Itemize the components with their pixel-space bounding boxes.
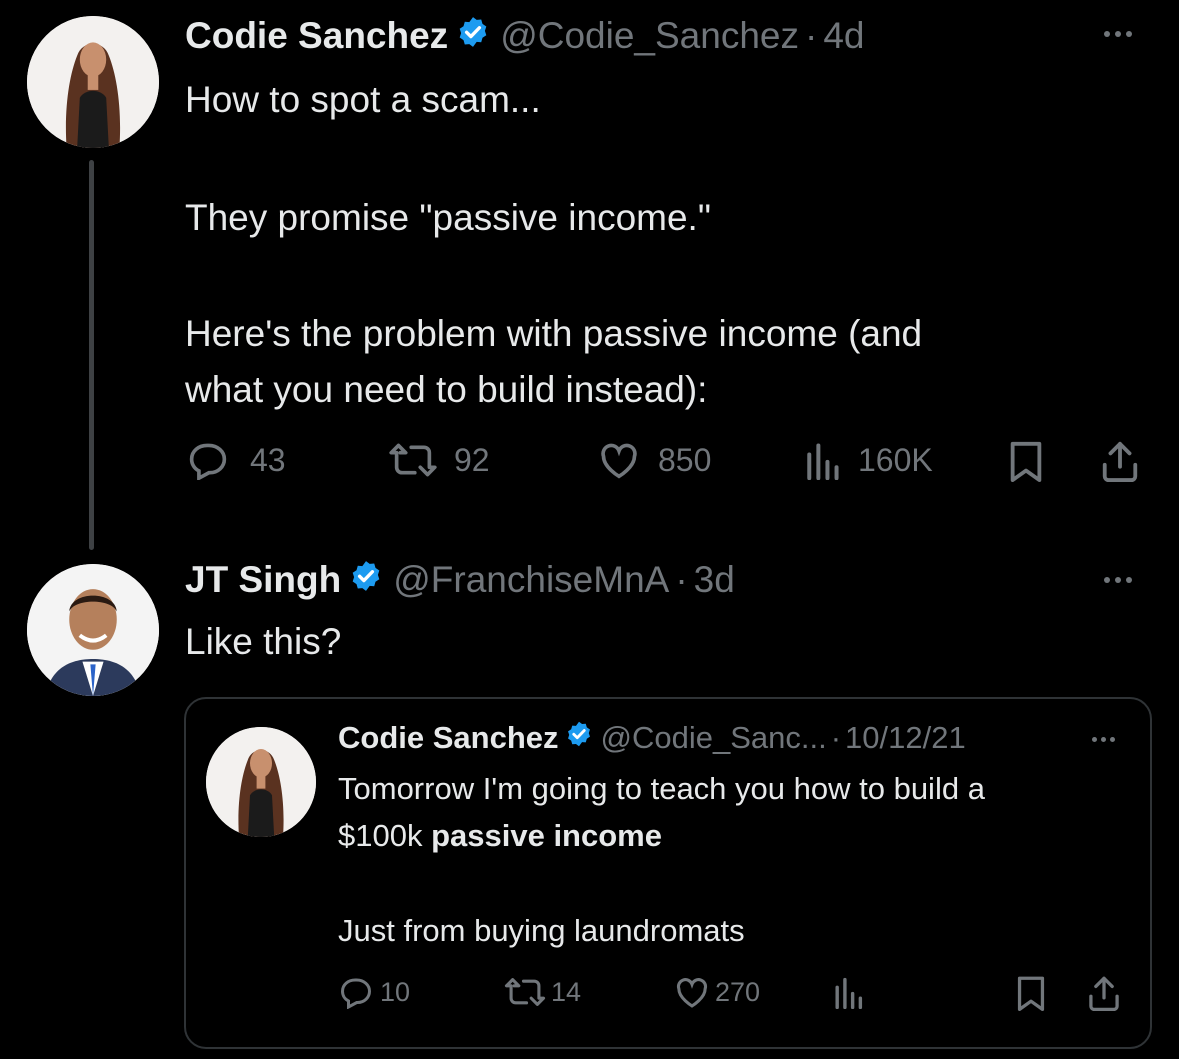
avatar-image	[27, 564, 159, 696]
reply-icon	[340, 978, 372, 1009]
quoted-tweet-header: Codie Sanchez @Codie_Sanc... · 10/12/21	[338, 719, 966, 757]
more-icon[interactable]	[1104, 577, 1132, 583]
share-icon	[1102, 441, 1138, 482]
tweet-line: Just from buying laundromats	[338, 913, 745, 948]
verified-badge-icon	[349, 559, 383, 602]
retweet-count: 14	[551, 976, 582, 1007]
avatar-image	[27, 16, 159, 148]
tweet-line: How to spot a scam...	[185, 79, 541, 120]
more-icon[interactable]	[1104, 31, 1132, 37]
tweet-actions: 43 92 850 160K	[186, 440, 1146, 482]
like-button[interactable]: 270	[673, 975, 760, 1009]
avatar-codie-sanchez[interactable]	[206, 727, 316, 837]
retweet-count: 92	[454, 441, 490, 478]
quoted-tweet-text: Tomorrow I'm going to teach you how to b…	[338, 765, 1138, 954]
like-count: 270	[715, 976, 761, 1007]
quoted-tweet-actions: 10 14 270	[338, 975, 1128, 1015]
bookmark-icon	[1010, 441, 1042, 482]
retweet-button[interactable]: 14	[503, 975, 581, 1009]
author-name[interactable]: Codie Sanchez	[338, 720, 559, 756]
views-icon	[807, 443, 839, 480]
thread-connector-line	[89, 160, 94, 550]
avatar-codie-sanchez[interactable]	[27, 16, 159, 148]
view-count: 160K	[858, 441, 933, 478]
tweet-header: JT Singh @FranchiseMnA · 3d	[185, 558, 735, 602]
views-button[interactable]	[832, 975, 864, 1009]
tweet-line: Here's the problem with passive income (…	[185, 313, 923, 354]
tweet-line: They promise "passive income."	[185, 197, 711, 238]
separator-dot: ·	[675, 559, 688, 600]
bookmark-icon	[1017, 976, 1045, 1011]
like-count: 850	[658, 441, 712, 478]
author-handle[interactable]: @FranchiseMnA	[393, 559, 669, 601]
verified-badge-icon	[565, 720, 593, 756]
tweet-timestamp[interactable]: 10/12/21	[845, 720, 966, 756]
retweet-icon	[504, 978, 546, 1006]
author-name[interactable]: JT Singh	[185, 559, 341, 601]
tweet-timestamp[interactable]: 4d	[823, 15, 864, 57]
reply-count: 10	[380, 976, 411, 1007]
retweet-button[interactable]: 92	[386, 440, 490, 480]
verified-badge-icon	[456, 15, 490, 58]
tweet-header: Codie Sanchez @Codie_Sanchez · 4d	[185, 14, 864, 58]
author-handle[interactable]: @Codie_Sanc...	[601, 720, 827, 756]
reply-button[interactable]: 10	[338, 975, 410, 1009]
author-name[interactable]: Codie Sanchez	[185, 15, 448, 57]
like-icon	[601, 443, 637, 479]
tweet-line-plain: $100k	[338, 818, 432, 853]
reply-count: 43	[250, 441, 286, 478]
bookmark-button[interactable]	[1014, 975, 1048, 1011]
quoted-tweet-card[interactable]: Codie Sanchez @Codie_Sanc... · 10/12/21 …	[184, 697, 1152, 1049]
tweet-text: Like this?	[185, 621, 342, 662]
tweet-line: $100k passive income	[338, 812, 1138, 859]
like-button[interactable]: 850	[596, 440, 711, 480]
tweet-line: Tomorrow I'm going to teach you how to b…	[338, 771, 985, 806]
share-button[interactable]	[1086, 975, 1122, 1011]
views-icon	[835, 977, 863, 1009]
avatar-jt-singh[interactable]	[27, 564, 159, 696]
separator-dot: ·	[830, 720, 842, 755]
bookmark-button[interactable]	[1006, 440, 1046, 482]
tweet-line: what you need to build instead):	[185, 369, 708, 410]
reply-button[interactable]: 43	[186, 440, 286, 480]
highlighted-phrase: passive income	[431, 818, 662, 853]
retweet-icon	[389, 443, 437, 477]
share-icon	[1089, 976, 1119, 1011]
avatar-image	[206, 727, 316, 837]
separator-dot: ·	[805, 15, 818, 56]
reply-icon	[189, 443, 227, 480]
like-icon	[676, 978, 708, 1008]
more-icon[interactable]	[1092, 737, 1115, 742]
share-button[interactable]	[1098, 440, 1142, 482]
views-button[interactable]: 160K	[802, 440, 933, 480]
tweet-timestamp[interactable]: 3d	[694, 559, 735, 601]
tweet-text: How to spot a scam... They promise "pass…	[185, 72, 1145, 418]
author-handle[interactable]: @Codie_Sanchez	[500, 15, 799, 57]
